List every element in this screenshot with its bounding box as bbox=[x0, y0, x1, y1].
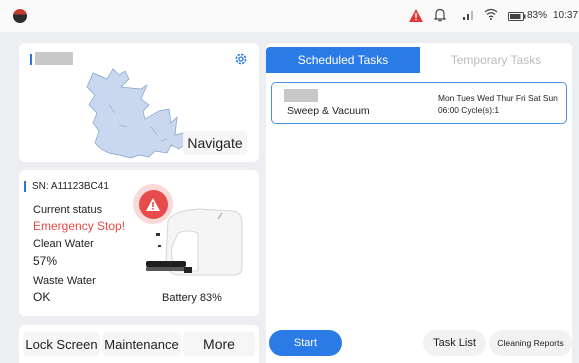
cleaning-reports-button[interactable]: Cleaning Reports bbox=[489, 330, 572, 356]
warning-icon[interactable] bbox=[133, 184, 173, 224]
waste-water-label: Waste Water bbox=[33, 275, 96, 287]
accent-bar bbox=[24, 181, 26, 192]
task-list-button[interactable]: Task List bbox=[423, 330, 486, 356]
clean-water-label: Clean Water bbox=[33, 238, 94, 250]
task-name: Sweep & Vacuum bbox=[287, 105, 370, 117]
lock-screen-button[interactable]: Lock Screen bbox=[23, 332, 100, 356]
map-area[interactable] bbox=[79, 65, 199, 160]
serial-number: SN: A11123BC41 bbox=[32, 181, 109, 192]
status-bar: 83% 10:37 bbox=[0, 0, 579, 32]
app-logo bbox=[13, 9, 27, 23]
task-item[interactable]: Sweep & Vacuum Mon Tues Wed Thur Fri Sat… bbox=[271, 82, 567, 124]
alert-triangle-icon[interactable] bbox=[409, 9, 423, 22]
signal-icon bbox=[463, 11, 473, 20]
tasks-panel: Scheduled Tasks Temporary Tasks Sweep & … bbox=[266, 43, 572, 363]
current-status-value: Emergency Stop! bbox=[33, 219, 126, 233]
robot-name-redacted bbox=[35, 52, 73, 65]
tab-temporary-tasks[interactable]: Temporary Tasks bbox=[420, 47, 572, 73]
wifi-icon bbox=[484, 8, 498, 20]
waste-water-value: OK bbox=[33, 290, 51, 304]
more-button[interactable]: More bbox=[183, 332, 255, 356]
status-time: 10:37 bbox=[553, 10, 579, 21]
robot-battery: Battery 83% bbox=[162, 292, 222, 304]
accent-bar bbox=[30, 54, 32, 65]
tab-scheduled-tasks[interactable]: Scheduled Tasks bbox=[266, 47, 420, 73]
bell-icon[interactable] bbox=[434, 8, 446, 22]
task-title-redacted bbox=[284, 89, 318, 102]
task-days: Mon Tues Wed Thur Fri Sat Sun bbox=[438, 93, 558, 103]
map-card[interactable]: Navigate bbox=[19, 43, 259, 162]
clean-water-value: 57% bbox=[33, 254, 58, 268]
task-schedule: 06:00 Cycle(s):1 bbox=[438, 105, 499, 115]
current-status-label: Current status bbox=[33, 204, 103, 216]
navigate-button[interactable]: Navigate bbox=[183, 131, 247, 155]
battery-icon bbox=[508, 12, 526, 21]
bottom-button-bar: Lock Screen Maintenance More bbox=[19, 325, 259, 363]
settings-icon[interactable] bbox=[234, 52, 248, 66]
maintenance-button[interactable]: Maintenance bbox=[102, 332, 181, 356]
start-button[interactable]: Start bbox=[269, 330, 342, 356]
status-battery-text: 83% bbox=[527, 10, 548, 21]
robot-status-card: SN: A11123BC41 Current status Emergency … bbox=[19, 170, 259, 316]
